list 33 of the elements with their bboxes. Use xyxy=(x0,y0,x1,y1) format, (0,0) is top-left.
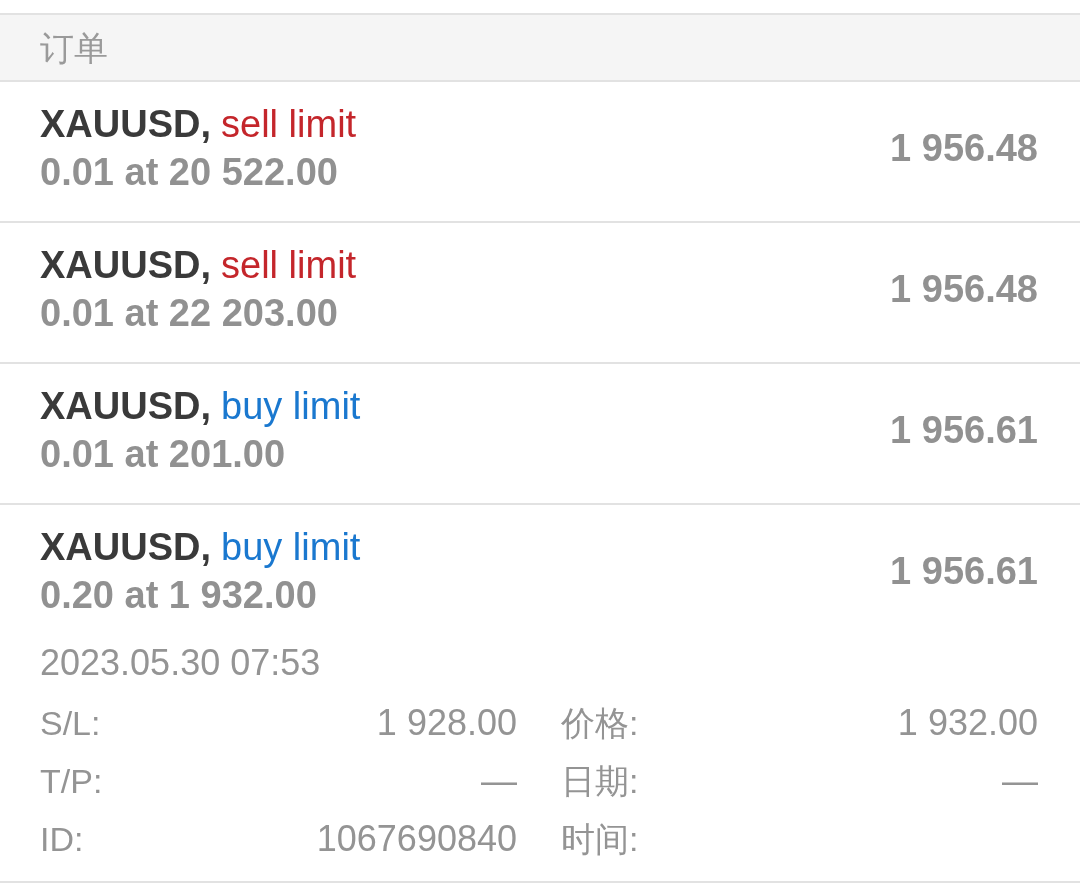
order-type: sell limit xyxy=(221,243,357,288)
detail-value: 1 928.00 xyxy=(376,701,517,745)
section-title: 订单 xyxy=(40,27,108,68)
order-type: sell limit xyxy=(221,102,357,147)
current-price: 1 956.61 xyxy=(890,549,1038,594)
current-price: 1 956.48 xyxy=(890,126,1038,171)
order-volume-price: 0.01 at 201.00 xyxy=(40,432,287,477)
detail-label: ID: xyxy=(40,819,84,860)
order-row[interactable]: XAUUSD, sell limit 0.01 at 22 203.00 1 956.48 xyxy=(0,223,1080,364)
order-symbol: XAUUSD, xyxy=(40,525,212,570)
detail-value: 1067690840 xyxy=(316,817,517,861)
order-row[interactable]: XAUUSD, buy limit 0.01 at 201.00 1 956.61 xyxy=(0,364,1080,505)
order-row[interactable]: XAUUSD, sell limit 0.01 at 20 522.00 1 956.48 xyxy=(0,82,1080,223)
current-price: 1 956.48 xyxy=(890,267,1038,312)
detail-label: T/P: xyxy=(40,761,103,802)
current-price: 1 956.61 xyxy=(890,408,1038,453)
order-type: buy limit xyxy=(221,525,361,570)
order-type: buy limit xyxy=(221,384,361,429)
order-volume-price: 0.01 at 20 522.00 xyxy=(40,150,339,195)
detail-label: 时间: xyxy=(561,819,639,860)
detail-value: — xyxy=(481,759,517,803)
order-volume-price: 0.20 at 1 932.00 xyxy=(40,573,318,618)
order-symbol: XAUUSD, xyxy=(40,102,212,147)
order-symbol: XAUUSD, xyxy=(40,384,212,429)
order-row[interactable]: XAUUSD, buy limit 0.20 at 1 932.00 1 956.61 2023.05.30 07:53 S/L: 1 928.00 价格: 1 932.00 T/P: — 日期: — ID: 1067690840 时间: xyxy=(0,505,1080,883)
detail-value: — xyxy=(1002,759,1038,803)
order-volume-price: 0.01 at 22 203.00 xyxy=(40,291,339,336)
detail-label: 日期: xyxy=(561,761,639,802)
order-symbol: XAUUSD, xyxy=(40,243,212,288)
detail-label: 价格: xyxy=(561,703,639,744)
detail-value: 1 932.00 xyxy=(897,701,1038,745)
detail-label: S/L: xyxy=(40,703,101,744)
order-time: 2023.05.30 07:53 xyxy=(40,641,322,685)
